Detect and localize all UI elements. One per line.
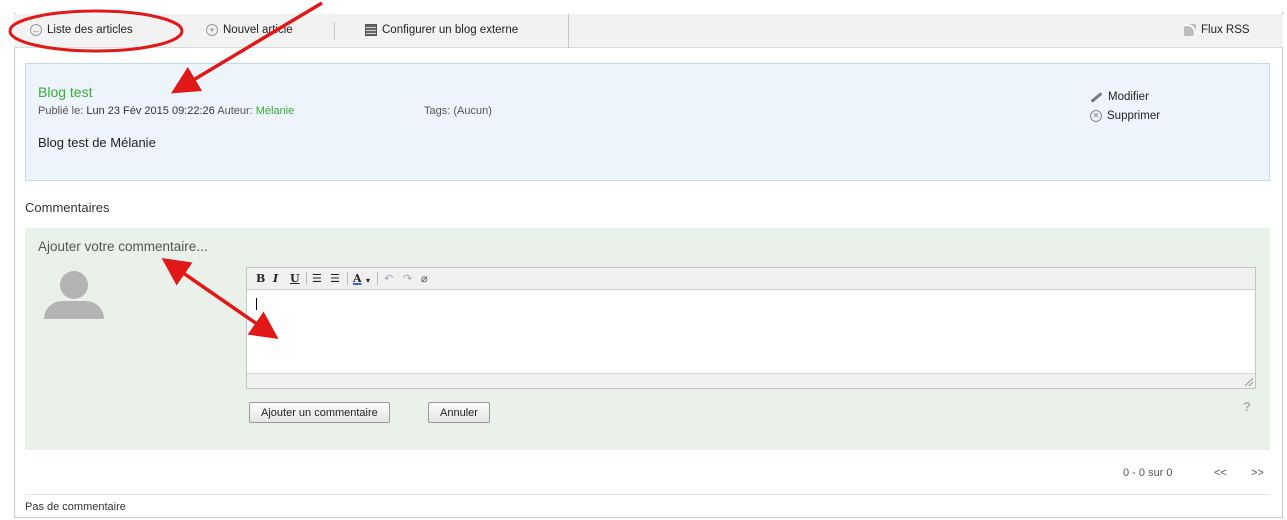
article-card: [25, 63, 1270, 181]
bold-button[interactable]: B: [256, 272, 265, 285]
toolbar: ← Liste des articles + Nouvel article Co…: [14, 14, 1283, 48]
delete-label: Supprimer: [1107, 110, 1161, 122]
cancel-button[interactable]: Annuler: [428, 402, 490, 423]
editor-toolbar: B I U ☰ ☰ A ▾ ↶ ↷ ⌀: [247, 268, 1255, 290]
editor-separator: [377, 272, 378, 285]
external-blog-button[interactable]: Configurer un blog externe: [365, 24, 518, 36]
delete-article-button[interactable]: ✕ Supprimer: [1090, 110, 1160, 122]
author-prefix: Auteur:: [217, 105, 253, 117]
new-article-label: Nouvel article: [223, 24, 293, 36]
list-articles-label: Liste des articles: [47, 24, 133, 36]
avatar-body: [44, 301, 104, 319]
unordered-list-icon[interactable]: ☰: [312, 272, 322, 285]
rss-feed-label: Flux RSS: [1201, 24, 1250, 36]
editor-separator: [347, 272, 348, 285]
next-page-link[interactable]: >>: [1251, 467, 1264, 479]
rss-feed-button[interactable]: Flux RSS: [1184, 24, 1250, 36]
list-articles-button[interactable]: ← Liste des articles: [30, 24, 133, 36]
new-article-button[interactable]: + Nouvel article: [206, 24, 293, 36]
article-title[interactable]: Blog test: [38, 84, 92, 100]
previous-page-link[interactable]: <<: [1214, 467, 1227, 479]
toolbar-divider: [568, 14, 569, 48]
pencil-icon: [1090, 91, 1103, 103]
comment-editor: B I U ☰ ☰ A ▾ ↶ ↷ ⌀: [246, 267, 1256, 389]
back-arrow-icon: ←: [30, 24, 42, 36]
edit-label: Modifier: [1108, 91, 1149, 103]
editor-statusbar: [247, 373, 1255, 388]
external-blog-label: Configurer un blog externe: [382, 24, 519, 36]
plus-icon: +: [206, 24, 218, 36]
redo-icon[interactable]: ↷: [403, 272, 412, 285]
comment-textarea[interactable]: [247, 290, 1255, 374]
blog-icon: [365, 24, 377, 36]
toolbar-separator: [334, 22, 335, 40]
text-caret: [256, 298, 257, 310]
comments-heading: Commentaires: [25, 200, 110, 215]
published-date: Lun 23 Fév 2015 09:22:26: [86, 105, 215, 117]
avatar: [44, 271, 104, 319]
article-meta: Publié le: Lun 23 Fév 2015 09:22:26 Aute…: [38, 105, 294, 117]
rss-icon: [1184, 24, 1196, 36]
author-link[interactable]: Mélanie: [256, 105, 295, 117]
add-comment-title: Ajouter votre commentaire...: [38, 239, 208, 254]
no-comments-text: Pas de commentaire: [25, 501, 126, 513]
undo-icon[interactable]: ↶: [384, 272, 393, 285]
underline-button[interactable]: U: [290, 272, 300, 285]
ordered-list-icon[interactable]: ☰: [330, 272, 340, 285]
editor-separator: [306, 272, 307, 285]
resize-grip-icon[interactable]: [1245, 378, 1253, 386]
font-color-button[interactable]: A: [353, 272, 362, 285]
edit-article-button[interactable]: Modifier: [1090, 91, 1149, 103]
divider: [25, 494, 1270, 495]
pagination-range: 0 - 0 sur 0: [1123, 467, 1173, 479]
italic-button[interactable]: I: [273, 272, 278, 285]
article-body: Blog test de Mélanie: [38, 135, 156, 150]
eraser-icon[interactable]: ⌀: [421, 272, 428, 285]
chevron-down-icon[interactable]: ▾: [366, 274, 370, 287]
article-tags: Tags: (Aucun): [424, 105, 492, 117]
add-comment-button[interactable]: Ajouter un commentaire: [249, 402, 390, 423]
help-icon[interactable]: ?: [1243, 399, 1251, 414]
avatar-head: [60, 271, 88, 299]
published-prefix: Publié le:: [38, 105, 84, 117]
delete-icon: ✕: [1090, 110, 1102, 122]
